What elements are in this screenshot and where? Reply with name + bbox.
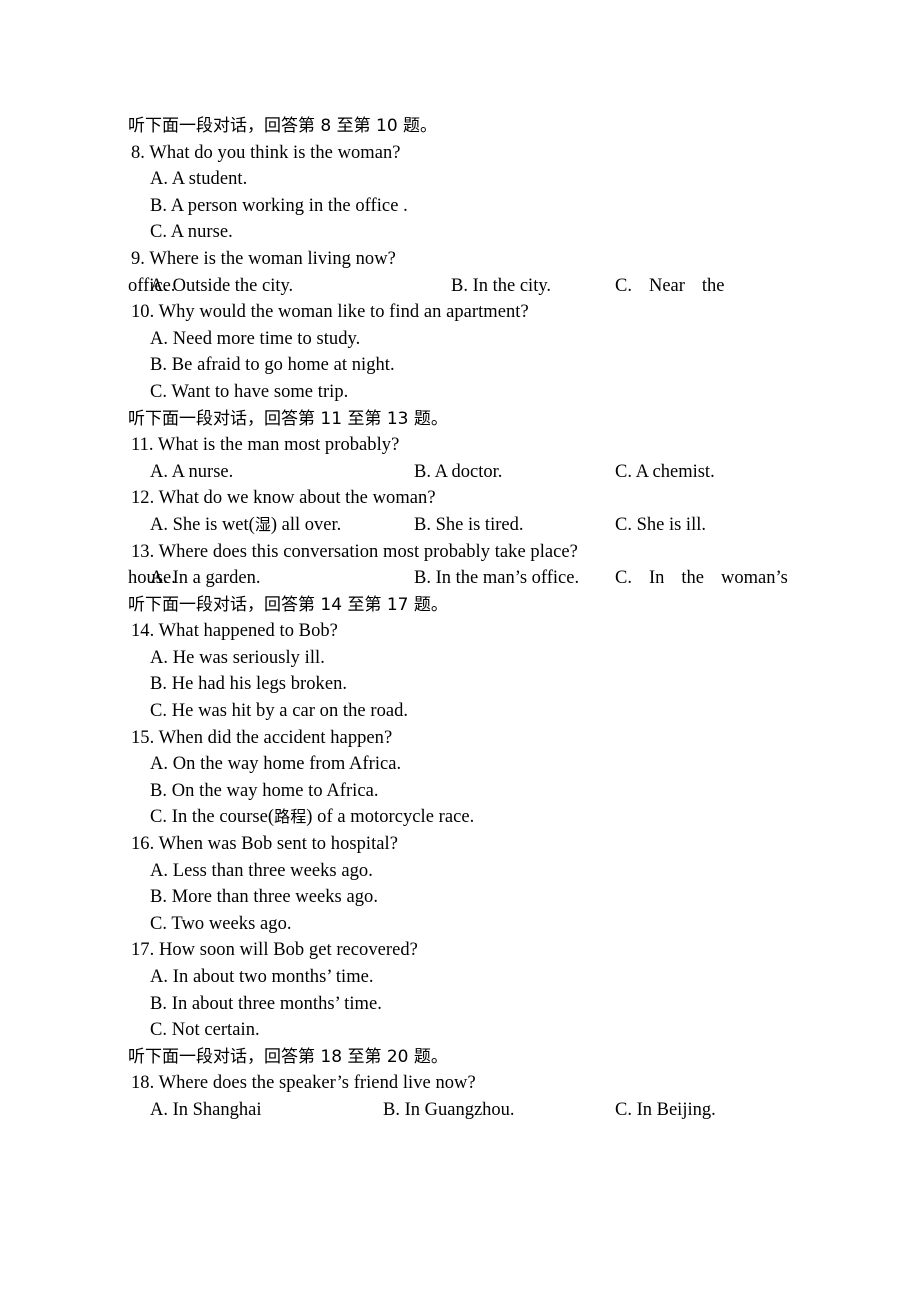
- option-word: Near: [648, 275, 685, 296]
- option-word: the: [701, 275, 725, 296]
- option-letter: C.: [615, 568, 632, 589]
- option-item: C. Near the: [615, 273, 725, 300]
- option-item: B. She is tired.: [414, 514, 524, 535]
- option-item: B. On the way home to Africa.: [150, 780, 379, 801]
- gloss-chinese: 湿: [254, 514, 271, 534]
- option-item: C. Two weeks ago.: [150, 913, 292, 934]
- option-item: C. In the course(路程) of a motorcycle rac…: [150, 804, 790, 831]
- option-item: C. A chemist.: [615, 461, 715, 482]
- option-item: B. In about three months’ time.: [150, 993, 382, 1014]
- question-stem: 17. How soon will Bob get recovered?: [131, 940, 418, 961]
- option-text: ) all over.: [270, 514, 342, 535]
- option-item: B. He had his legs broken.: [150, 674, 348, 695]
- option-item: B. More than three weeks ago.: [150, 887, 379, 908]
- option-item: C. In the woman’s: [615, 565, 788, 592]
- option-item: A. On the way home from Africa.: [150, 754, 402, 775]
- question-stem: 11. What is the man most probably?: [131, 435, 400, 456]
- question-stem: 16. When was Bob sent to hospital?: [131, 834, 399, 855]
- section-heading: 听下面一段对话，回答第 14 至第 17 题。: [128, 592, 790, 619]
- section-heading-text: 听下面一段对话，回答第 11 至第 13 题。: [128, 408, 448, 429]
- question-stem: 15. When did the accident happen?: [131, 727, 393, 748]
- option-item: B. In the city.: [451, 275, 552, 296]
- section-heading-text: 听下面一段对话，回答第 14 至第 17 题。: [128, 594, 448, 615]
- option-item: C. A nurse.: [150, 222, 233, 243]
- question-stem: 9. Where is the woman living now?: [131, 248, 396, 269]
- document-page: 听下面一段对话，回答第 8 至第 10 题。 8. What do you th…: [0, 0, 920, 1302]
- option-text: A. She is wet(: [150, 514, 255, 535]
- section-heading-text: 听下面一段对话，回答第 8 至第 10 题。: [128, 116, 438, 136]
- option-item: B. In Guangzhou.: [383, 1099, 515, 1120]
- option-item: A. He was seriously ill.: [150, 647, 325, 668]
- option-item: C. Want to have some trip.: [150, 381, 349, 402]
- page-content: 听下面一段对话，回答第 8 至第 10 题。 8. What do you th…: [128, 113, 790, 1124]
- option-word: In: [648, 568, 665, 589]
- option-word: the: [681, 568, 704, 589]
- option-item: C. In Beijing.: [615, 1099, 716, 1120]
- option-item: B. In the man’s office.: [414, 568, 580, 589]
- question-stem: 8. What do you think is the woman?: [131, 142, 401, 163]
- option-item: A. Less than three weeks ago.: [150, 860, 373, 881]
- option-item: C. Not certain.: [150, 1020, 260, 1041]
- option-item: B. Be afraid to go home at night.: [150, 355, 395, 376]
- option-item: A. In a garden.: [150, 568, 261, 589]
- option-item: A. She is wet(湿) all over.: [150, 512, 341, 539]
- option-item: C. She is ill.: [615, 514, 706, 535]
- option-text: C. In the course(: [150, 807, 275, 828]
- question-stem: 10. Why would the woman like to find an …: [131, 302, 529, 323]
- option-item: A. Outside the city.: [150, 275, 294, 296]
- question-stem: 18. Where does the speaker’s friend live…: [131, 1073, 476, 1094]
- option-item: A. In about two months’ time.: [150, 967, 374, 987]
- gloss-chinese: 路程: [274, 807, 307, 827]
- option-item: B. A person working in the office .: [150, 195, 408, 216]
- option-text: ) of a motorcycle race.: [306, 807, 475, 828]
- option-item: A. A student.: [150, 169, 248, 190]
- question-stem: 13. Where does this conversation most pr…: [131, 541, 578, 562]
- option-item: A. A nurse.: [150, 461, 234, 482]
- option-item: A. Need more time to study.: [150, 328, 361, 349]
- section-heading: 听下面一段对话，回答第 18 至第 20 题。: [128, 1044, 790, 1071]
- section-heading: 听下面一段对话，回答第 8 至第 10 题。: [128, 113, 790, 140]
- option-item: C. He was hit by a car on the road.: [150, 701, 409, 722]
- option-row: A. In Shanghai B. In Guangzhou. C. In Be…: [128, 1097, 790, 1124]
- section-heading-text: 听下面一段对话，回答第 18 至第 20 题。: [128, 1046, 448, 1067]
- question-stem: 12. What do we know about the woman?: [131, 488, 436, 509]
- question-stem: 14. What happened to Bob?: [131, 621, 338, 642]
- option-letter: C.: [615, 275, 632, 296]
- option-item: A. In Shanghai: [150, 1099, 262, 1120]
- option-item: B. A doctor.: [414, 461, 503, 482]
- option-row: A. She is wet(湿) all over. B. She is tir…: [128, 512, 790, 539]
- option-row: A. A nurse. B. A doctor. C. A chemist.: [128, 459, 790, 486]
- option-word: woman’s: [721, 568, 788, 589]
- section-heading: 听下面一段对话，回答第 11 至第 13 题。: [128, 406, 790, 433]
